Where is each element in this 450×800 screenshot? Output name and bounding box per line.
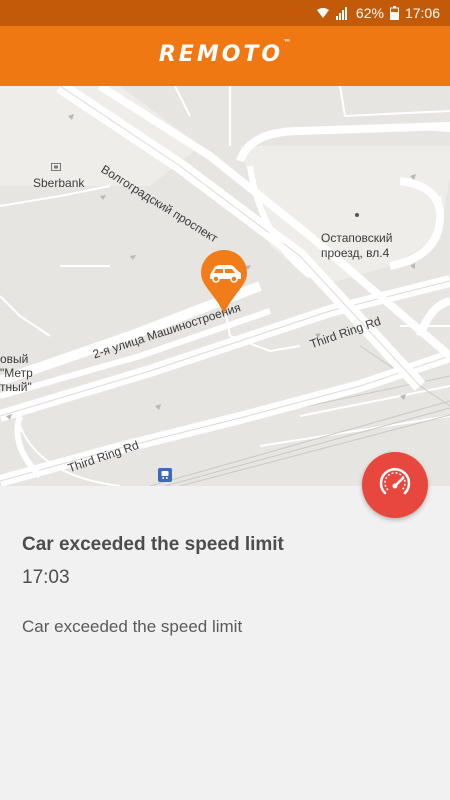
battery-percent: 62% (355, 5, 384, 21)
signal-icon (335, 6, 350, 20)
map-label-ostapovsky-2: проезд, вл.4 (321, 246, 390, 260)
event-description: Car exceeded the speed limit (22, 617, 243, 636)
speed-alert-button[interactable] (362, 452, 428, 518)
logo-trademark: ™ (283, 38, 292, 47)
event-title: Car exceeded the speed limit (22, 534, 284, 555)
app-logo: REMOTO™ (0, 38, 450, 67)
status-time: 17:06 (404, 5, 440, 21)
map-label-left-3: тный" (0, 380, 32, 394)
map-label-ostapovsky-1: Остаповский (321, 231, 393, 245)
wifi-icon (316, 7, 330, 19)
status-bar: 62% 17:06 (0, 0, 450, 26)
map-label-left-1: овый (0, 352, 29, 366)
status-icons: 62% 17:06 (316, 4, 440, 22)
app-bar: REMOTO™ (0, 26, 450, 86)
poi-dot (355, 213, 359, 217)
map-label-sberbank: Sberbank (33, 176, 85, 190)
car-marker-icon[interactable] (201, 250, 247, 314)
train-station-icon (158, 468, 172, 482)
battery-icon (389, 6, 399, 20)
map-label-left-2: "Метр (0, 366, 33, 380)
bank-icon (51, 163, 61, 171)
event-time: 17:03 (22, 567, 70, 588)
map-view[interactable]: Sberbank Волгоградский проспект Остаповс… (0, 86, 450, 486)
speedometer-icon (375, 463, 415, 508)
logo-text: REMOTO (158, 42, 284, 67)
